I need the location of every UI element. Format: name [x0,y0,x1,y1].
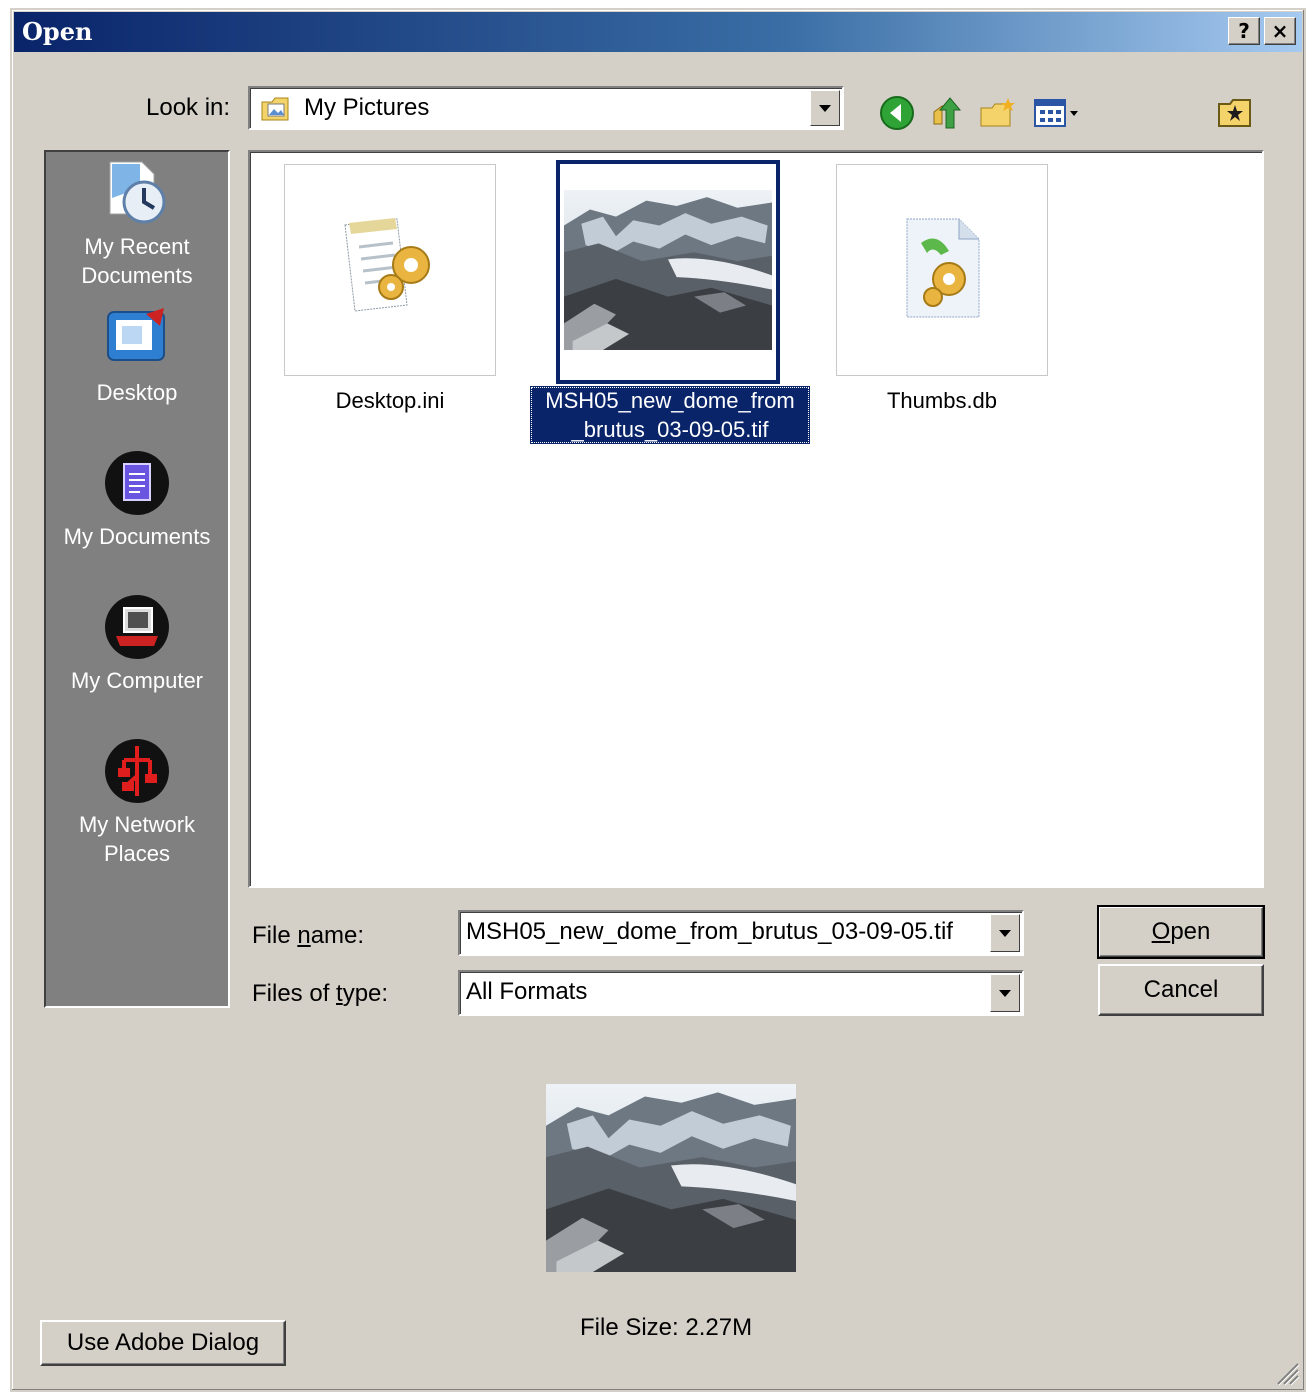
recent-documents-icon [109,161,166,224]
place-my-computer[interactable]: My Computer [46,592,228,695]
close-icon: × [1271,19,1289,43]
files-of-type-dropdown-button[interactable] [990,974,1020,1012]
help-button[interactable]: ? [1228,17,1260,45]
my-pictures-folder-icon [261,97,289,121]
new-folder-icon[interactable] [978,94,1018,132]
place-label-line1: My Network [78,812,196,837]
file-thumbnail[interactable] [836,164,1048,376]
files-of-type-label: Files of type: [252,980,389,1007]
file-list-view[interactable]: Desktop.ini MSH05_new_dome_from _brutus_… [248,150,1264,888]
place-desktop[interactable]: Desktop [46,304,228,407]
files-of-type-value: All Formats [466,978,588,1005]
look-in-combobox[interactable]: My Pictures [248,86,844,130]
places-bar: My Recent Documents Desktop My Documents [44,150,230,1008]
file-name-label: File name: [252,922,365,949]
favorites-folder-icon[interactable] [1216,94,1256,132]
place-label-line1: Desktop [96,380,178,405]
file-thumbnail-selected[interactable] [556,160,780,384]
title-bar[interactable]: Open ? × [14,12,1302,52]
place-label-line1: My Documents [63,524,211,549]
back-icon[interactable] [878,94,916,132]
mountain-image-thumbnail [564,190,772,350]
settings-file-icon [344,218,430,312]
place-label-line2: Documents [81,263,193,288]
use-adobe-dialog-button[interactable]: Use Adobe Dialog [40,1320,286,1366]
look-in-label: Look in: [146,94,231,121]
open-dialog: Open ? × Look in: My Pictures My Recent … [10,8,1306,1392]
open-button[interactable]: Open [1097,905,1265,959]
file-name-label[interactable]: Desktop.ini [250,386,530,415]
place-label-line1: My Recent [84,234,190,259]
look-in-dropdown-button[interactable] [810,90,840,126]
file-size-text: File Size: 2.27M [580,1314,753,1341]
close-button[interactable]: × [1264,17,1296,45]
look-in-value: My Pictures [304,94,430,121]
window-title: Open [22,17,93,46]
cancel-button[interactable]: Cancel [1098,964,1264,1016]
place-my-documents[interactable]: My Documents [46,448,228,551]
my-documents-icon [105,451,169,515]
files-of-type-combobox[interactable]: All Formats [458,970,1024,1016]
place-label-line2: Places [103,841,171,866]
place-my-recent-documents[interactable]: My Recent Documents [46,158,228,290]
resize-grip-icon[interactable] [1274,1360,1300,1386]
place-my-network-places[interactable]: My Network Places [46,736,228,868]
file-name-label[interactable]: Thumbs.db [802,386,1082,415]
file-thumbnail[interactable] [284,164,496,376]
help-icon: ? [1238,19,1250,43]
thumbnail-cache-file-icon [906,218,980,318]
image-preview [546,1084,796,1272]
my-computer-icon [105,595,169,659]
file-name-value: MSH05_new_dome_from_brutus_03-09-05.tif [466,918,953,945]
place-label-line1: My Computer [70,668,204,693]
file-name-combobox[interactable]: MSH05_new_dome_from_brutus_03-09-05.tif [458,910,1024,956]
view-menu-icon[interactable] [1032,94,1086,132]
network-places-icon [105,739,169,803]
desktop-icon [107,308,165,361]
up-one-level-icon[interactable] [928,94,966,132]
file-name-dropdown-button[interactable] [990,914,1020,952]
file-name-label-selected[interactable]: MSH05_new_dome_from _brutus_03-09-05.tif [530,386,810,444]
